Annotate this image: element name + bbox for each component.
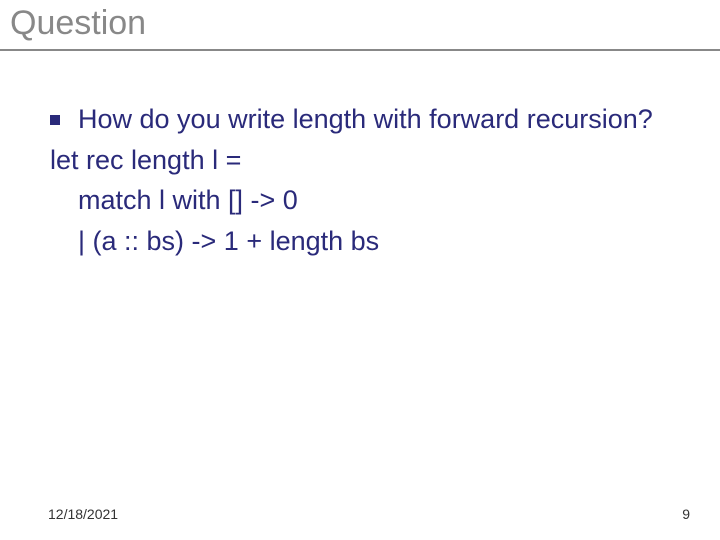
bullet-item: How do you write length with forward rec…	[50, 99, 690, 140]
slide-content: How do you write length with forward rec…	[0, 51, 720, 261]
title-bar: Question	[0, 0, 720, 51]
code-line-3: | (a :: bs) -> 1 + length bs	[78, 221, 690, 262]
slide-footer: 12/18/2021 9	[0, 506, 720, 522]
code-line-2: match l with [] -> 0	[78, 180, 690, 221]
footer-date: 12/18/2021	[48, 506, 118, 522]
code-line-1: let rec length l =	[50, 140, 690, 181]
slide-title: Question	[10, 4, 720, 43]
square-bullet-icon	[50, 115, 60, 125]
bullet-text: How do you write length with forward rec…	[78, 99, 690, 140]
footer-page-number: 9	[682, 506, 690, 522]
